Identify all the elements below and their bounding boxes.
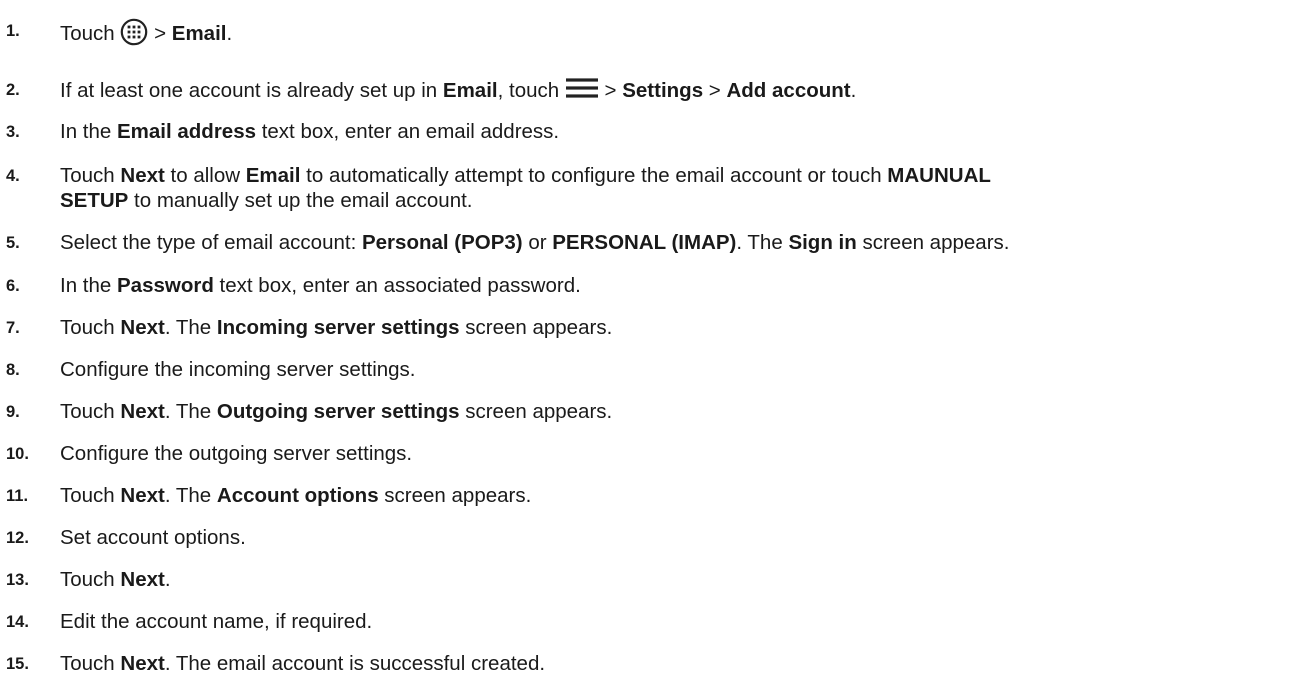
ui-term: Personal (POP3)	[361, 231, 523, 254]
ui-term: Add account	[726, 79, 851, 102]
step-text-run: screen appears.	[856, 231, 1010, 254]
ui-term: MAUNUAL	[887, 164, 991, 187]
step-number: 1.	[6, 22, 20, 40]
step-number: 12.	[6, 529, 29, 547]
step-text-run: .	[226, 22, 233, 45]
ui-term: Incoming server settings	[216, 316, 460, 339]
ui-term: PERSONAL (IMAP)	[552, 231, 737, 254]
step-text: Set account options.	[60, 525, 246, 550]
step-text-run: or	[522, 231, 553, 254]
step-text-run: to automatically attempt to configure th…	[300, 164, 888, 187]
step-number: 3.	[6, 123, 20, 141]
step-text-run: text box, enter an email address.	[256, 120, 560, 143]
step-text-run: >	[598, 79, 623, 102]
step-text: Configure the incoming server settings.	[60, 357, 416, 382]
step-text: In the Email address text box, enter an …	[60, 119, 559, 144]
step-text-run: screen appears.	[378, 484, 532, 507]
ui-term: Email address	[117, 120, 257, 143]
step-text-run: Edit the account name, if required.	[60, 610, 373, 633]
apps-grid-icon	[120, 18, 148, 46]
step-number: 14.	[6, 613, 29, 631]
step-text-run: , touch	[497, 79, 565, 102]
ui-term: Outgoing server settings	[216, 400, 460, 423]
step-number: 5.	[6, 234, 20, 252]
step-number: 9.	[6, 403, 20, 421]
step-text: Touch Next. The Incoming server settings…	[60, 315, 612, 340]
ui-term: SETUP	[60, 189, 129, 212]
step-text-run: In the	[60, 120, 117, 143]
step-text: Touch Next. The email account is success…	[60, 651, 545, 676]
step-text-run: screen appears.	[459, 316, 613, 339]
step-text-run: Configure the incoming server settings.	[60, 358, 416, 381]
ui-term: Next	[120, 316, 165, 339]
step-text: Touch Next. The Outgoing server settings…	[60, 399, 612, 424]
step-text-run: Touch	[60, 164, 121, 187]
step-text-run: Touch	[60, 652, 121, 675]
step-text-run: Touch	[60, 484, 121, 507]
ui-term: Sign in	[788, 231, 857, 254]
step-text-run: Select the type of email account:	[60, 231, 362, 254]
step-number: 15.	[6, 655, 29, 673]
step-number: 8.	[6, 361, 20, 379]
step-text-run: text box, enter an associated password.	[213, 274, 581, 297]
step-text: Touch Next to allow Email to automatical…	[60, 163, 991, 213]
step-text-run: . The	[164, 484, 217, 507]
step-text: Configure the outgoing server settings.	[60, 441, 412, 466]
step-text-run: Touch	[60, 568, 121, 591]
ui-term: Next	[120, 400, 165, 423]
ui-term: Email	[442, 79, 498, 102]
ui-term: Password	[117, 274, 214, 297]
step-text: Touch Next. The Account options screen a…	[60, 483, 531, 508]
step-number: 7.	[6, 319, 20, 337]
ui-term: Settings	[622, 79, 704, 102]
ui-term: Next	[120, 652, 165, 675]
step-number: 11.	[6, 487, 29, 505]
step-text-run: In the	[60, 274, 117, 297]
step-text-run: Configure the outgoing server settings.	[60, 442, 413, 465]
ui-term: Email	[245, 164, 301, 187]
step-text-run: screen appears.	[459, 400, 613, 423]
step-text-run: to manually set up the email account.	[128, 189, 473, 212]
step-number: 13.	[6, 571, 29, 589]
step-text-run: to allow	[164, 164, 246, 187]
step-number: 4.	[6, 167, 20, 185]
step-text-run: Touch	[60, 22, 121, 45]
step-text-run: >	[148, 22, 172, 45]
step-text: Edit the account name, if required.	[60, 609, 372, 634]
ui-term: Account options	[216, 484, 379, 507]
step-text-run: . The	[164, 316, 217, 339]
step-text-run: .	[164, 568, 171, 591]
step-text-run: Touch	[60, 400, 121, 423]
step-text-run: If at least one account is already set u…	[60, 79, 443, 102]
ui-term: Next	[120, 568, 165, 591]
step-text: Select the type of email account: Person…	[60, 230, 1009, 255]
step-text-run: . The	[164, 400, 217, 423]
step-text-run: . The	[736, 231, 789, 254]
step-text: Touch > Email.	[60, 18, 232, 46]
step-text-run: . The email account is successful create…	[164, 652, 546, 675]
step-text: If at least one account is already set u…	[60, 77, 856, 103]
step-text-run: Touch	[60, 316, 121, 339]
ui-term: Next	[120, 164, 165, 187]
ui-term: Email	[171, 22, 227, 45]
step-text: In the Password text box, enter an assoc…	[60, 273, 581, 298]
step-text-run: Set account options.	[60, 526, 246, 549]
step-text-run: >	[703, 79, 727, 102]
step-number: 6.	[6, 277, 20, 295]
step-text: Touch Next.	[60, 567, 171, 592]
hamburger-menu-icon	[565, 78, 599, 102]
ui-term: Next	[120, 484, 165, 507]
step-text-run: .	[850, 79, 857, 102]
step-number: 2.	[6, 81, 20, 99]
step-number: 10.	[6, 445, 29, 463]
